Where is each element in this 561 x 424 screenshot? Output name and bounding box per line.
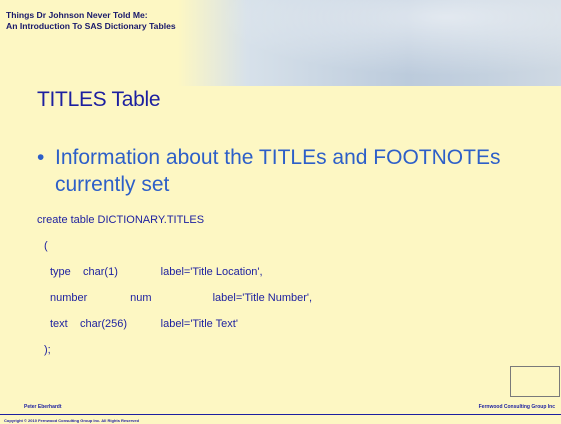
code-line: create table DICTIONARY.TITLES bbox=[37, 214, 205, 226]
corner-box bbox=[510, 366, 560, 397]
bullet-item: • Information about the TITLEs and FOOTN… bbox=[37, 144, 537, 198]
header-title: Things Dr Johnson Never Told Me: An Intr… bbox=[6, 10, 176, 32]
footer-copyright: Copyright © 2010 Fernwood Consulting Gro… bbox=[4, 418, 140, 423]
footer-company: Fernwood Consulting Group Inc bbox=[478, 404, 555, 410]
slide: Things Dr Johnson Never Told Me: An Intr… bbox=[0, 0, 561, 424]
code-line: ( bbox=[44, 240, 48, 252]
footer-author: Peter Eberhardt bbox=[24, 404, 62, 410]
header-banner-image bbox=[178, 0, 561, 86]
banner-sky bbox=[178, 0, 561, 86]
header-title-line2: An Introduction To SAS Dictionary Tables bbox=[6, 21, 176, 31]
slide-title: TITLES Table bbox=[37, 88, 161, 111]
code-line: type char(1) label='Title Location', bbox=[50, 266, 263, 278]
header-title-line1: Things Dr Johnson Never Told Me: bbox=[6, 10, 148, 20]
footer-divider bbox=[0, 414, 561, 415]
bullet-marker: • bbox=[37, 146, 45, 169]
bullet-text: Information about the TITLEs and FOOTNOT… bbox=[55, 146, 501, 196]
code-line: text char(256) label='Title Text' bbox=[50, 318, 238, 330]
code-line: number num label='Title Number', bbox=[50, 292, 313, 304]
code-line: ); bbox=[44, 344, 51, 356]
